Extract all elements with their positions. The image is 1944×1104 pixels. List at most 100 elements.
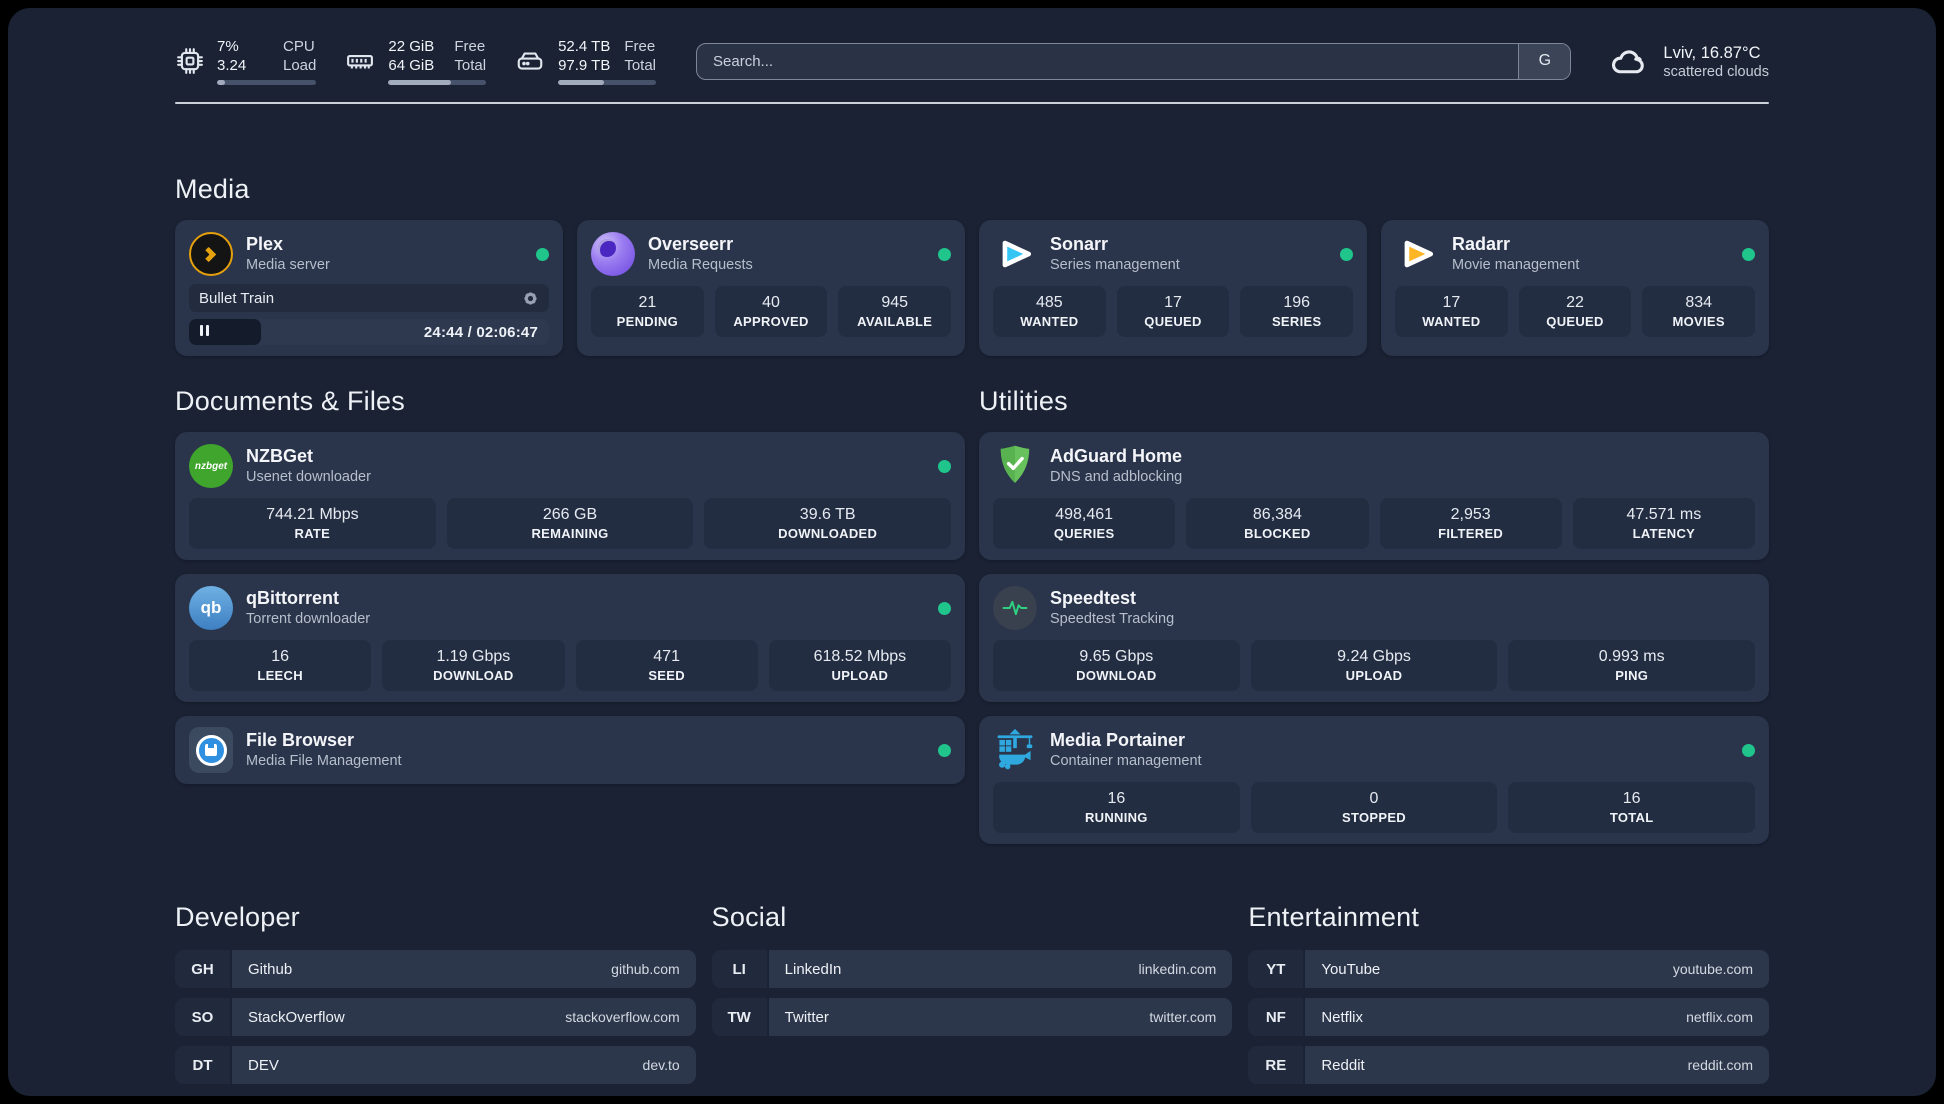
pause-icon[interactable] <box>200 323 212 341</box>
qbittorrent-icon: qb <box>189 586 233 630</box>
stat-value: 945 <box>881 294 909 311</box>
bookmark-abbr: GH <box>175 950 230 988</box>
app-card-plex[interactable]: Plex Media server Bullet Train 24:44 / 0… <box>175 220 563 356</box>
stat-tile-available: 945 AVAILABLE <box>838 286 952 337</box>
app-card-radarr[interactable]: Radarr Movie management 17 WANTED 22 QUE… <box>1381 220 1769 356</box>
app-name: NZBGet <box>246 446 313 466</box>
system-stat-ram: 22 GiB 64 GiB Free Total <box>344 37 487 85</box>
stat-value: 834 <box>1685 294 1713 311</box>
gear-icon[interactable] <box>522 290 539 307</box>
app-description: Media server <box>246 257 330 273</box>
bookmark-abbr: LI <box>711 950 767 988</box>
disk-icon <box>514 46 546 76</box>
stat-value: 744.21 Mbps <box>266 506 359 523</box>
bookmark-name: StackOverflow <box>248 1008 345 1026</box>
bookmark-url: linkedin.com <box>1138 961 1217 977</box>
bookmark-name: Twitter <box>784 1008 829 1026</box>
bookmark-netflix[interactable]: NF Netflix netflix.com <box>1248 998 1769 1036</box>
stat-tile-download: 9.65 Gbps DOWNLOAD <box>993 640 1240 691</box>
section-title-documents: Documents & Files <box>175 386 405 416</box>
bookmark-youtube[interactable]: YT YouTube youtube.com <box>1248 950 1769 988</box>
app-description: Media Requests <box>648 257 753 273</box>
stat-tile-wanted: 17 WANTED <box>1395 286 1508 337</box>
search-input[interactable] <box>697 43 1519 79</box>
stat-value: 2,953 <box>1450 506 1491 523</box>
stat-label: WANTED <box>1020 314 1079 329</box>
stat-label: RATE <box>294 526 331 541</box>
playback-progress-bar[interactable]: 24:44 / 02:06:47 <box>189 319 549 345</box>
bookmark-github[interactable]: GH Github github.com <box>175 950 696 988</box>
bookmark-name: Reddit <box>1321 1056 1365 1074</box>
stat-label: WANTED <box>1422 314 1481 329</box>
bookmark-stackoverflow[interactable]: SO StackOverflow stackoverflow.com <box>175 998 696 1036</box>
bookmark-abbr: YT <box>1248 950 1304 988</box>
stat-value: 22 <box>1566 294 1584 311</box>
utilities-column: Utilities AdGuard Home DNS and adblockin… <box>979 386 1769 844</box>
app-description: Series management <box>1050 257 1180 273</box>
link-group-developer: Developer GH Github github.com SO StackO… <box>175 902 696 1084</box>
stat-value: 17 <box>1164 294 1182 311</box>
search-engine-button[interactable]: G <box>1518 43 1571 79</box>
stat-tile-pending: 21 PENDING <box>591 286 704 337</box>
status-online-dot <box>938 743 951 757</box>
speedtest-icon <box>993 586 1037 630</box>
stat-value: 47.571 ms <box>1626 506 1702 523</box>
stat-label: QUEUED <box>1144 314 1202 329</box>
app-name: Plex <box>246 234 284 254</box>
stat-value: 618.52 Mbps <box>813 648 907 665</box>
status-online-dot <box>1742 743 1755 757</box>
stat-tile-total: 16 TOTAL <box>1508 782 1756 833</box>
app-card-adguard-home[interactable]: AdGuard Home DNS and adblocking 498,461 … <box>979 432 1769 560</box>
bookmark-linkedin[interactable]: LI LinkedIn linkedin.com <box>711 950 1233 988</box>
stat-value: 9.65 Gbps <box>1079 648 1154 665</box>
bookmark-name: LinkedIn <box>784 960 842 978</box>
section-title-utilities: Utilities <box>979 386 1068 416</box>
bookmark-twitter[interactable]: TW Twitter twitter.com <box>711 998 1233 1036</box>
stat-label: TOTAL <box>1609 810 1654 825</box>
bookmark-url: stackoverflow.com <box>565 1009 680 1025</box>
app-description: Movie management <box>1452 257 1580 273</box>
system-stats: 7% 3.24 CPU Load 22 GiB 64 GiB Free Total <box>175 37 657 85</box>
search-bar[interactable]: G <box>696 42 1572 80</box>
stat-value: 39.6 TB <box>799 506 856 523</box>
cloud-icon <box>1609 44 1649 78</box>
app-card-speedtest[interactable]: Speedtest Speedtest Tracking 9.65 Gbps D… <box>979 574 1769 702</box>
app-name: AdGuard Home <box>1050 446 1183 466</box>
stat-tile-ping: 0.993 ms PING <box>1508 640 1756 691</box>
stat-label-line1: Free <box>454 38 486 55</box>
stat-value: 16 <box>271 648 290 665</box>
stat-value: 40 <box>762 294 780 311</box>
bookmark-groups: Developer GH Github github.com SO StackO… <box>175 902 1769 1084</box>
bookmark-abbr: SO <box>175 998 230 1036</box>
bookmark-reddit[interactable]: RE Reddit reddit.com <box>1248 1046 1769 1084</box>
weather-condition: scattered clouds <box>1663 63 1769 80</box>
app-card-overseerr[interactable]: Overseerr Media Requests 21 PENDING 40 A… <box>577 220 965 356</box>
now-playing-bar[interactable]: Bullet Train <box>189 284 549 312</box>
playback-time: 24:44 / 02:06:47 <box>423 323 538 341</box>
app-name: Overseerr <box>648 234 734 254</box>
system-stat-cpu: 7% 3.24 CPU Load <box>175 37 317 85</box>
stat-value: 17 <box>1442 294 1461 311</box>
bookmark-abbr: TW <box>711 998 767 1036</box>
app-card-qbittorrent[interactable]: qb qBittorrent Torrent downloader 16 LEE… <box>175 574 965 702</box>
status-online-dot <box>938 601 951 615</box>
app-card-sonarr[interactable]: Sonarr Series management 485 WANTED 17 Q… <box>979 220 1367 356</box>
stat-label: LEECH <box>257 668 303 683</box>
bookmark-abbr: DT <box>175 1046 230 1084</box>
app-card-file-browser[interactable]: File Browser Media File Management <box>175 716 965 784</box>
bookmark-dev[interactable]: DT DEV dev.to <box>175 1046 696 1084</box>
app-card-nzbget[interactable]: nzbget NZBGet Usenet downloader 744.21 M… <box>175 432 965 560</box>
stat-tile-latency: 47.571 ms LATENCY <box>1572 498 1755 549</box>
stat-value: 86,384 <box>1252 506 1302 523</box>
stat-tile-movies: 834 MOVIES <box>1642 286 1756 337</box>
stat-value: 9.24 Gbps <box>1337 648 1411 665</box>
bookmark-url: dev.to <box>642 1057 680 1073</box>
ram-icon <box>344 46 376 76</box>
stat-label: DOWNLOADED <box>778 526 878 541</box>
app-card-media-portainer[interactable]: Media Portainer Container management 16 … <box>979 716 1769 844</box>
stat-label-line2: Total <box>624 57 657 74</box>
stat-tile-queries: 498,461 QUERIES <box>993 498 1176 549</box>
now-playing-title: Bullet Train <box>199 289 275 307</box>
stat-label: UPLOAD <box>1345 668 1403 683</box>
dashboard: 7% 3.24 CPU Load 22 GiB 64 GiB Free Total <box>8 8 1936 1096</box>
